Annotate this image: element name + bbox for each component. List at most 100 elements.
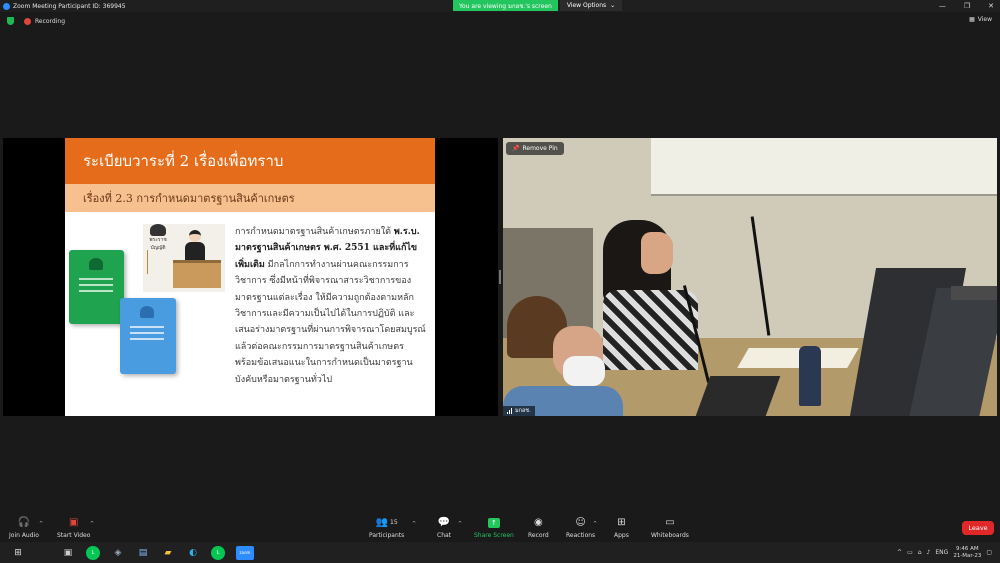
video-whiteboard [651,138,997,196]
slide-body-rest: มีกลไกการทำงานผ่านคณะกรรมการวิชาการ ซึ่ง… [235,259,426,385]
video-person-masked [503,296,623,416]
record-label: Record [528,532,549,539]
reactions-caret[interactable]: ^ [593,521,597,527]
video-papers [737,348,859,368]
participants-icon: 👥 [375,517,389,528]
slide-body-intro: การกำหนดมาตรฐานสินค้าเกษตรภายใต้ [235,227,394,237]
apple-icon[interactable] [36,546,50,560]
recording-label: Recording [35,17,66,25]
windows-taskbar: ⊞ ▣ L ◈ ▤ ▰ ◐ L zoom [0,542,1000,563]
zoom-app-icon[interactable]: zoom [236,545,254,560]
leave-button[interactable]: Leave [962,521,994,535]
join-audio-caret[interactable]: ^ [39,521,43,527]
remove-pin-button[interactable]: 📌 Remove Pin [506,142,564,155]
share-screen-label: Share Screen [474,532,514,539]
video-name-sign [951,286,997,300]
start-video-label: Start Video [57,532,91,539]
minimize-icon[interactable]: — [939,2,946,10]
window-controls: — ❐ ✕ [939,0,994,12]
network-icon[interactable]: ⌂ [918,549,922,556]
participants-caret[interactable]: ^ [412,521,416,527]
grid-view-icon: ▦ [969,16,975,23]
participant-video[interactable] [503,138,997,416]
volume-icon[interactable]: ♪ [927,549,931,556]
apps-icon: ⊞ [617,517,626,528]
split-divider-handle[interactable] [499,270,501,284]
judge-illustration: พระราชบัญญัติ [143,224,225,292]
close-icon[interactable]: ✕ [988,2,994,10]
whiteboards-button[interactable]: ▭ Whiteboards [651,516,689,539]
display-icon[interactable]: ▭ [907,549,913,556]
video-bottle [799,346,821,406]
join-audio-button[interactable]: 🎧 Join Audio [9,516,39,539]
clock-date: 21-Mar-23 [953,552,982,559]
zoom-logo-icon [3,2,10,10]
clock-time: 9:46 AM [956,545,979,552]
meeting-toolbar: 🎧 Join Audio ^ ▣ Start Video ^ 👥 15 Part… [0,512,1000,542]
join-audio-label: Join Audio [9,532,39,539]
video-keyboard [695,376,781,416]
clock[interactable]: 9:46 AM 21-Mar-23 [953,546,981,560]
pin-icon: 📌 [512,145,520,152]
remote-desktop-icon[interactable]: ◈ [111,546,125,560]
record-icon: ◉ [534,517,543,528]
view-options-button[interactable]: View Options ⌄ [560,0,622,11]
notification-icon[interactable]: ▢ [986,549,992,556]
file-explorer-icon[interactable]: ▰ [161,546,175,560]
chevron-up-icon[interactable]: ^ [897,549,902,556]
participants-button[interactable]: 👥 15 Participants [369,516,404,539]
view-options-label: View Options [566,2,607,9]
chat-label: Chat [437,532,452,539]
reactions-button[interactable]: ☺ Reactions [566,516,595,539]
scales-icon [147,250,169,274]
view-label: View [977,16,992,23]
start-video-button[interactable]: ▣ Start Video [57,516,90,539]
chat-button[interactable]: 💬 Chat [437,516,451,539]
emblem-caption: พระราชบัญญัติ [149,237,167,251]
participant-name-tag: มกอช. [503,406,535,416]
start-video-caret[interactable]: ^ [90,521,94,527]
language-indicator[interactable]: ENG [935,549,948,556]
slide-heading: ระเบียบวาระที่ 2 เรื่องเพื่อทราบ [65,138,435,184]
security-shield-icon[interactable] [7,17,14,25]
chat-icon: 💬 [437,517,451,528]
view-button[interactable]: ▦ View [969,16,992,23]
book-emblem-icon [89,258,103,270]
app-window-icon[interactable]: ▣ [61,546,75,560]
share-screen-icon: ↑ [487,517,500,528]
chat-caret[interactable]: ^ [458,521,462,527]
reactions-label: Reactions [566,532,596,539]
viewing-banner: You are viewing มกอช.'s screen [453,0,558,11]
book-emblem-icon [140,306,154,318]
whiteboards-label: Whiteboards [651,532,689,539]
presentation-slide: ระเบียบวาระที่ 2 เรื่องเพื่อทราบ เรื่องท… [65,138,435,416]
window-title: Zoom Meeting Participant ID: 369945 [13,2,126,10]
recording-icon [24,17,31,25]
shared-screen[interactable]: ระเบียบวาระที่ 2 เรื่องเพื่อทราบ เรื่องท… [3,138,498,416]
green-book-image [69,250,124,324]
line-app-icon[interactable]: L [211,545,225,560]
reactions-icon: ☺ [575,517,586,528]
whiteboard-icon: ▭ [665,517,675,528]
apps-button[interactable]: ⊞ Apps [614,516,629,539]
status-row: Recording [0,14,1000,28]
headphones-icon: 🎧 [17,517,31,528]
windows-start-icon[interactable]: ⊞ [11,546,25,560]
restore-icon[interactable]: ❐ [964,2,970,10]
participants-label: Participants [369,532,405,539]
calculator-icon[interactable]: ▤ [136,546,150,560]
share-screen-button[interactable]: ↑ Share Screen [474,516,514,539]
chevron-down-icon: ⌄ [610,2,616,9]
remove-pin-label: Remove Pin [522,145,558,152]
line-app-icon[interactable]: L [86,545,100,560]
edge-browser-icon[interactable]: ◐ [186,546,200,560]
judge-figure [185,230,205,260]
participants-count: 15 [390,519,398,526]
blue-book-image [120,298,176,374]
video-off-icon: ▣ [68,517,79,528]
apps-label: Apps [614,532,629,539]
participant-name: มกอช. [515,408,531,414]
slide-subheading: เรื่องที่ 2.3 การกำหนดมาตรฐานสินค้าเกษตร [65,184,435,212]
record-button[interactable]: ◉ Record [528,516,549,539]
slide-body-text: การกำหนดมาตรฐานสินค้าเกษตรภายใต้ พ.ร.บ. … [235,224,427,388]
